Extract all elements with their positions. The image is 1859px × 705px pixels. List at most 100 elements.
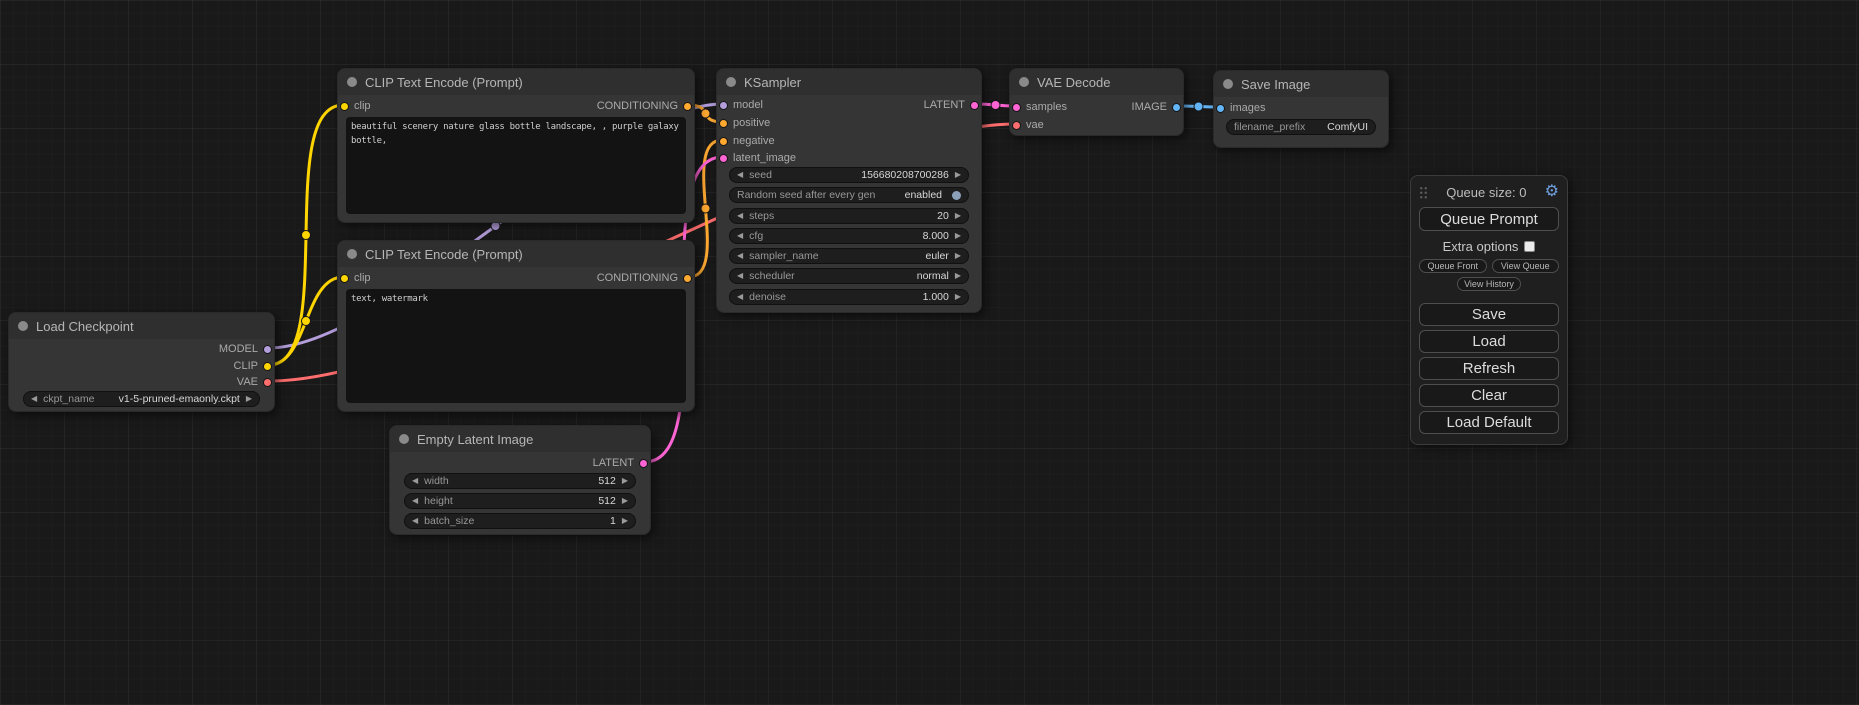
- widget-seed[interactable]: ◀ seed 156680208700286 ▶: [729, 167, 969, 183]
- vae-slot-icon[interactable]: [263, 378, 272, 387]
- node-title-bar[interactable]: CLIP Text Encode (Prompt): [338, 241, 694, 267]
- output-slot-vae[interactable]: VAE: [237, 374, 272, 390]
- node-ksampler[interactable]: KSampler model LATENT positive negative …: [716, 68, 982, 313]
- stepper-right-icon[interactable]: ▶: [622, 517, 628, 525]
- model-slot-icon[interactable]: [263, 345, 272, 354]
- stepper-left-icon[interactable]: ◀: [737, 272, 743, 280]
- widget-scheduler[interactable]: ◀ scheduler normal ▶: [729, 268, 969, 284]
- input-slot-positive[interactable]: positive: [719, 115, 770, 131]
- prompt-text-field[interactable]: beautiful scenery nature glass bottle la…: [346, 117, 686, 214]
- stepper-right-icon[interactable]: ▶: [955, 171, 961, 179]
- settings-gear-icon[interactable]: ⚙: [1545, 184, 1559, 200]
- widget-random-seed-toggle[interactable]: Random seed after every gen enabled: [729, 187, 969, 203]
- vae-slot-icon[interactable]: [1012, 121, 1021, 130]
- view-history-button[interactable]: View History: [1457, 277, 1521, 291]
- latent-slot-icon[interactable]: [970, 101, 979, 110]
- queue-front-button[interactable]: Queue Front: [1419, 259, 1487, 273]
- clear-button[interactable]: Clear: [1419, 384, 1559, 407]
- load-default-button[interactable]: Load Default: [1419, 411, 1559, 434]
- stepper-right-icon[interactable]: ▶: [246, 395, 252, 403]
- clip-slot-icon[interactable]: [340, 274, 349, 283]
- input-slot-clip[interactable]: clip: [340, 270, 371, 286]
- widget-filename-prefix[interactable]: filename_prefix ComfyUI: [1226, 119, 1376, 135]
- output-slot-latent[interactable]: LATENT: [924, 97, 979, 113]
- output-slot-conditioning[interactable]: CONDITIONING: [597, 270, 692, 286]
- clip-slot-icon[interactable]: [263, 362, 272, 371]
- node-save-image[interactable]: Save Image images filename_prefix ComfyU…: [1213, 70, 1389, 148]
- output-slot-model[interactable]: MODEL: [219, 341, 272, 357]
- input-slot-latent-image[interactable]: latent_image: [719, 150, 796, 166]
- input-slot-vae[interactable]: vae: [1012, 117, 1044, 133]
- widget-steps[interactable]: ◀ steps 20 ▶: [729, 208, 969, 224]
- output-slot-latent[interactable]: LATENT: [593, 455, 648, 471]
- latent-slot-icon[interactable]: [1012, 103, 1021, 112]
- stepper-right-icon[interactable]: ▶: [955, 293, 961, 301]
- graph-canvas[interactable]: Load Checkpoint MODEL CLIP VAE ◀ ckpt_na…: [0, 0, 1859, 705]
- widget-denoise[interactable]: ◀ denoise 1.000 ▶: [729, 289, 969, 305]
- node-title-bar[interactable]: Load Checkpoint: [9, 313, 274, 339]
- collapse-dot-icon[interactable]: [18, 321, 28, 331]
- conditioning-slot-icon[interactable]: [719, 137, 728, 146]
- output-slot-conditioning[interactable]: CONDITIONING: [597, 98, 692, 114]
- input-slot-model[interactable]: model: [719, 97, 763, 113]
- input-slot-images[interactable]: images: [1216, 100, 1265, 116]
- conditioning-slot-icon[interactable]: [683, 102, 692, 111]
- collapse-dot-icon[interactable]: [1223, 79, 1233, 89]
- clip-slot-icon[interactable]: [340, 102, 349, 111]
- toggle-dot-icon[interactable]: [952, 191, 961, 200]
- stepper-right-icon[interactable]: ▶: [622, 497, 628, 505]
- collapse-dot-icon[interactable]: [399, 434, 409, 444]
- node-load-checkpoint[interactable]: Load Checkpoint MODEL CLIP VAE ◀ ckpt_na…: [8, 312, 275, 412]
- model-slot-icon[interactable]: [719, 101, 728, 110]
- conditioning-slot-icon[interactable]: [683, 274, 692, 283]
- stepper-right-icon[interactable]: ▶: [955, 212, 961, 220]
- stepper-right-icon[interactable]: ▶: [955, 232, 961, 240]
- stepper-left-icon[interactable]: ◀: [31, 395, 37, 403]
- drag-handle-icon[interactable]: [1419, 185, 1428, 199]
- input-slot-negative[interactable]: negative: [719, 133, 775, 149]
- stepper-left-icon[interactable]: ◀: [737, 232, 743, 240]
- refresh-button[interactable]: Refresh: [1419, 357, 1559, 380]
- extra-options-checkbox[interactable]: [1524, 241, 1535, 252]
- stepper-left-icon[interactable]: ◀: [737, 212, 743, 220]
- stepper-left-icon[interactable]: ◀: [737, 171, 743, 179]
- stepper-left-icon[interactable]: ◀: [737, 293, 743, 301]
- save-button[interactable]: Save: [1419, 303, 1559, 326]
- collapse-dot-icon[interactable]: [347, 249, 357, 259]
- widget-width[interactable]: ◀ width 512 ▶: [404, 473, 636, 489]
- widget-sampler-name[interactable]: ◀ sampler_name euler ▶: [729, 248, 969, 264]
- widget-height[interactable]: ◀ height 512 ▶: [404, 493, 636, 509]
- node-title-bar[interactable]: Empty Latent Image: [390, 426, 650, 452]
- stepper-left-icon[interactable]: ◀: [737, 252, 743, 260]
- input-slot-samples[interactable]: samples: [1012, 99, 1067, 115]
- input-slot-clip[interactable]: clip: [340, 98, 371, 114]
- latent-slot-icon[interactable]: [639, 459, 648, 468]
- node-title-bar[interactable]: KSampler: [717, 69, 981, 95]
- widget-batch-size[interactable]: ◀ batch_size 1 ▶: [404, 513, 636, 529]
- widget-cfg[interactable]: ◀ cfg 8.000 ▶: [729, 228, 969, 244]
- stepper-right-icon[interactable]: ▶: [955, 252, 961, 260]
- image-slot-icon[interactable]: [1216, 104, 1225, 113]
- collapse-dot-icon[interactable]: [726, 77, 736, 87]
- node-vae-decode[interactable]: VAE Decode samples IMAGE vae: [1009, 68, 1184, 136]
- load-button[interactable]: Load: [1419, 330, 1559, 353]
- node-clip-text-encode-negative[interactable]: CLIP Text Encode (Prompt) clip CONDITION…: [337, 240, 695, 412]
- queue-prompt-button[interactable]: Queue Prompt: [1419, 207, 1559, 231]
- stepper-right-icon[interactable]: ▶: [622, 477, 628, 485]
- stepper-left-icon[interactable]: ◀: [412, 517, 418, 525]
- output-slot-clip[interactable]: CLIP: [234, 358, 272, 374]
- node-title-bar[interactable]: Save Image: [1214, 71, 1388, 97]
- stepper-left-icon[interactable]: ◀: [412, 497, 418, 505]
- output-slot-image[interactable]: IMAGE: [1132, 99, 1181, 115]
- image-slot-icon[interactable]: [1172, 103, 1181, 112]
- prompt-text-field[interactable]: text, watermark: [346, 289, 686, 403]
- stepper-right-icon[interactable]: ▶: [955, 272, 961, 280]
- latent-slot-icon[interactable]: [719, 154, 728, 163]
- node-title-bar[interactable]: CLIP Text Encode (Prompt): [338, 69, 694, 95]
- conditioning-slot-icon[interactable]: [719, 119, 728, 128]
- node-empty-latent-image[interactable]: Empty Latent Image LATENT ◀ width 512 ▶ …: [389, 425, 651, 535]
- collapse-dot-icon[interactable]: [1019, 77, 1029, 87]
- node-title-bar[interactable]: VAE Decode: [1010, 69, 1183, 95]
- widget-ckpt-name[interactable]: ◀ ckpt_name v1-5-pruned-emaonly.ckpt ▶: [23, 391, 260, 407]
- collapse-dot-icon[interactable]: [347, 77, 357, 87]
